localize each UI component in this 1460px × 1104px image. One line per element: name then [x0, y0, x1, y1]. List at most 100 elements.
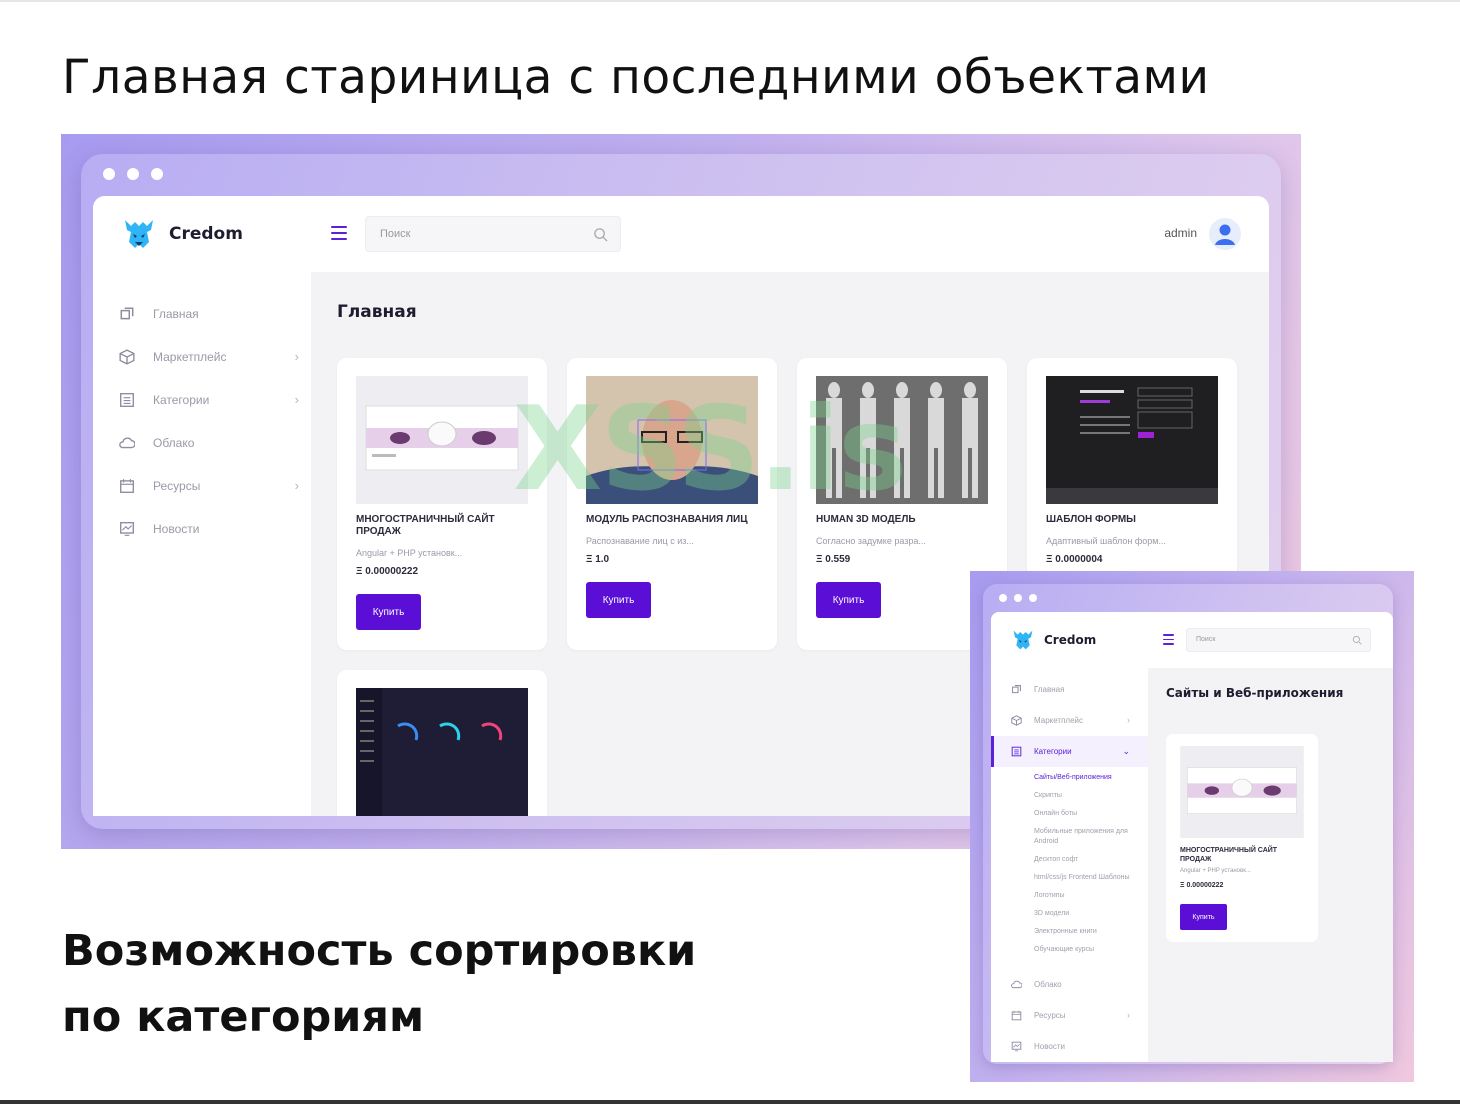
buy-button[interactable]: Купить: [356, 594, 421, 630]
sidebar-item-label: Категории: [1034, 747, 1072, 756]
list-icon: [1011, 746, 1022, 757]
topbar: Поиск admin: [311, 196, 1269, 272]
sidebar-item-label: Маркетплейс: [1034, 716, 1084, 725]
slide-heading-sort: Возможность сортировки по категориям: [62, 918, 696, 1050]
sidebar-item-label: Новости: [1034, 1042, 1065, 1051]
product-name: МНОГОСТРАНИЧНЫЙ САЙТ ПРОДАЖ: [356, 514, 495, 537]
sidebar-item-calendar[interactable]: Ресурсы ›: [119, 464, 299, 507]
buy-button[interactable]: Купить: [586, 582, 651, 618]
sidebar-item-label: Ресурсы: [1034, 1011, 1066, 1020]
sidebar-item-cloud[interactable]: Облако: [119, 421, 299, 464]
sidebar-item-home[interactable]: Главная: [119, 292, 299, 335]
sidebar-item-cloud[interactable]: Облако: [991, 969, 1148, 1000]
sidebar-item-cube[interactable]: Маркетплейс ›: [991, 705, 1148, 736]
sidebar-item-home[interactable]: Главная: [991, 674, 1148, 705]
credom-logo-icon: [125, 220, 153, 248]
product-thumbnail: [816, 376, 988, 504]
product-thumbnail: [1046, 376, 1218, 504]
slide-heading-main: Главная стариница с последними объектами: [62, 50, 1210, 105]
product-description: Распознавание лиц с из...: [586, 536, 694, 546]
product-card[interactable]: МНОГОСТРАНИЧНЫЙ САЙТ ПРОДАЖ Angular + PH…: [337, 358, 547, 650]
subcategory-item[interactable]: Обучающие курсы: [1034, 945, 1139, 955]
product-thumbnail: [1180, 746, 1304, 838]
credom-logo-icon: [1013, 630, 1033, 650]
slide-bottom-line: [0, 1100, 1460, 1104]
product-price: Ξ 0.00000222: [1180, 882, 1224, 889]
calendar-icon: [1011, 1010, 1022, 1021]
subcategory-item[interactable]: Скрипты: [1034, 791, 1139, 801]
sidebar-item-news[interactable]: Новости: [991, 1031, 1148, 1062]
cloud-icon: [119, 437, 135, 448]
sidebar-item-list[interactable]: Категории ›: [119, 378, 299, 421]
product-price: Ξ 1.0: [586, 554, 610, 565]
subcategory-item[interactable]: html/css/js Frontend Шаблоны: [1034, 873, 1139, 883]
sidebar-item-news[interactable]: Новости: [119, 507, 299, 550]
chevron-right-icon: ›: [294, 392, 299, 407]
brand[interactable]: Credom: [1011, 628, 1096, 652]
brand-name: Credom: [1044, 633, 1097, 647]
sidebar-item-calendar[interactable]: Ресурсы ›: [991, 1000, 1148, 1031]
product-name: МОДУЛЬ РАСПОЗНАВАНИЯ ЛИЦ: [586, 514, 748, 525]
main-content: Сайты и Веб-приложения МНОГОСТРАНИЧНЫЙ С…: [1148, 668, 1393, 1062]
avatar-icon[interactable]: [1209, 218, 1241, 250]
home-icon: [120, 307, 134, 319]
chevron-right-icon: ›: [1127, 1010, 1130, 1020]
page-title: Сайты и Веб-приложения: [1166, 686, 1344, 700]
subcategory-item[interactable]: Онлайн боты: [1034, 809, 1139, 819]
product-card[interactable]: МНОГОСТРАНИЧНЫЙ САЙТ ПРОДАЖ Angular + PH…: [1166, 734, 1318, 942]
product-thumbnail: [356, 376, 528, 504]
sidebar: Credom Главная Маркетплейс › Категории ⌄ Сайт…: [991, 612, 1148, 1062]
buy-button[interactable]: Купить: [1180, 904, 1227, 930]
subcategory-item[interactable]: Десктоп софт: [1034, 855, 1139, 865]
sidebar-item-cube[interactable]: Маркетплейс ›: [119, 335, 299, 378]
slide-heading-sort-line2: по категориям: [62, 992, 425, 1042]
browser-frame: Credom Главная Маркетплейс › Категории ⌄ Сайт…: [983, 584, 1393, 1064]
subcategory-item[interactable]: Электронные книги: [1034, 927, 1139, 937]
app-window: Credom Главная Маркетплейс › Категории ⌄ Сайт…: [991, 612, 1393, 1062]
product-description: Angular + PHP установк...: [356, 548, 463, 558]
category-screen-mockup: Credom Главная Маркетплейс › Категории ⌄ Сайт…: [970, 571, 1414, 1082]
subcategory-item[interactable]: Логотипы: [1034, 891, 1139, 901]
sidebar-item-label: Новости: [153, 521, 200, 536]
hamburger-menu-icon[interactable]: [1163, 634, 1174, 648]
product-name: МНОГОСТРАНИЧНЫЙ САЙТ ПРОДАЖ: [1180, 847, 1278, 863]
product-price: Ξ 0.0000004: [1046, 554, 1103, 565]
user-name[interactable]: admin: [1164, 226, 1197, 240]
home-icon: [1012, 685, 1021, 694]
subcategory-item[interactable]: 3D модели: [1034, 909, 1139, 919]
window-dots: [103, 168, 163, 180]
news-icon: [1011, 1041, 1022, 1052]
subcategory-item[interactable]: Сайты/Веб-приложения: [1034, 773, 1139, 783]
brand[interactable]: Credom: [121, 216, 243, 252]
search-input[interactable]: Поиск: [365, 216, 621, 252]
search-icon: [1352, 635, 1362, 645]
chevron-right-icon: ›: [294, 349, 299, 364]
sidebar: Credom Главная Маркетплейс › Категории › Обла…: [93, 196, 311, 816]
sidebar-item-label: Облако: [153, 435, 195, 450]
sidebar-item-label: Ресурсы: [153, 478, 201, 493]
buy-button[interactable]: Купить: [816, 582, 881, 618]
cube-icon: [119, 348, 135, 365]
chevron-down-icon: ⌄: [1122, 746, 1130, 756]
product-card[interactable]: [337, 670, 547, 816]
product-description: Angular + PHP установк...: [1180, 868, 1251, 874]
product-name: ШАБЛОН ФОРМЫ: [1046, 514, 1136, 525]
slide-heading-sort-line1: Возможность сортировки: [62, 926, 697, 976]
slide-top-line: [0, 0, 1460, 2]
hamburger-menu-icon[interactable]: [331, 226, 347, 244]
subcategory-list: Сайты/Веб-приложения Скрипты Онлайн боты Мо…: [991, 767, 1148, 969]
sidebar-item-label: Главная: [1034, 685, 1065, 694]
search-placeholder: Поиск: [380, 228, 411, 240]
subcategory-item[interactable]: Мобильные приложения для Android: [1034, 827, 1139, 847]
search-input[interactable]: Поиск: [1186, 628, 1371, 652]
chevron-right-icon: ›: [294, 478, 299, 493]
cloud-icon: [1011, 980, 1022, 989]
window-dots: [999, 594, 1037, 602]
cube-icon: [1011, 715, 1022, 726]
search-placeholder: Поиск: [1196, 636, 1216, 643]
sidebar-item-list[interactable]: Категории ⌄: [991, 736, 1148, 767]
sidebar-item-label: Облако: [1034, 980, 1062, 989]
product-price: Ξ 0.00000222: [356, 566, 419, 577]
product-name: HUMAN 3D МОДЕЛЬ: [816, 514, 916, 525]
product-card[interactable]: МОДУЛЬ РАСПОЗНАВАНИЯ ЛИЦ Распознавание л…: [567, 358, 777, 650]
